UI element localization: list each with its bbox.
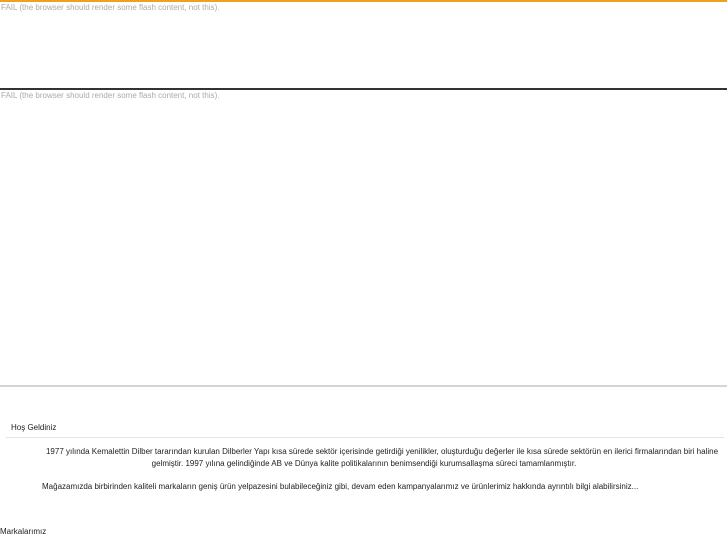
welcome-heading-rule (6, 437, 724, 438)
brands-heading: Markalarımız (0, 527, 47, 536)
content-divider (0, 385, 727, 387)
flash-fallback-text-main: FAIL (the browser should render some fla… (1, 91, 220, 100)
flash-banner-top: FAIL (the browser should render some fla… (0, 2, 727, 88)
welcome-heading: Hoş Geldiniz (11, 423, 57, 432)
flash-fallback-text-top: FAIL (the browser should render some fla… (1, 3, 220, 12)
flash-banner-main: FAIL (the browser should render some fla… (0, 90, 727, 385)
welcome-paragraph-2: Mağazamızda birbirinden kaliteli markala… (42, 482, 639, 491)
welcome-paragraph-1: 1977 yılında Kemalettin Dilber tararında… (45, 447, 719, 468)
